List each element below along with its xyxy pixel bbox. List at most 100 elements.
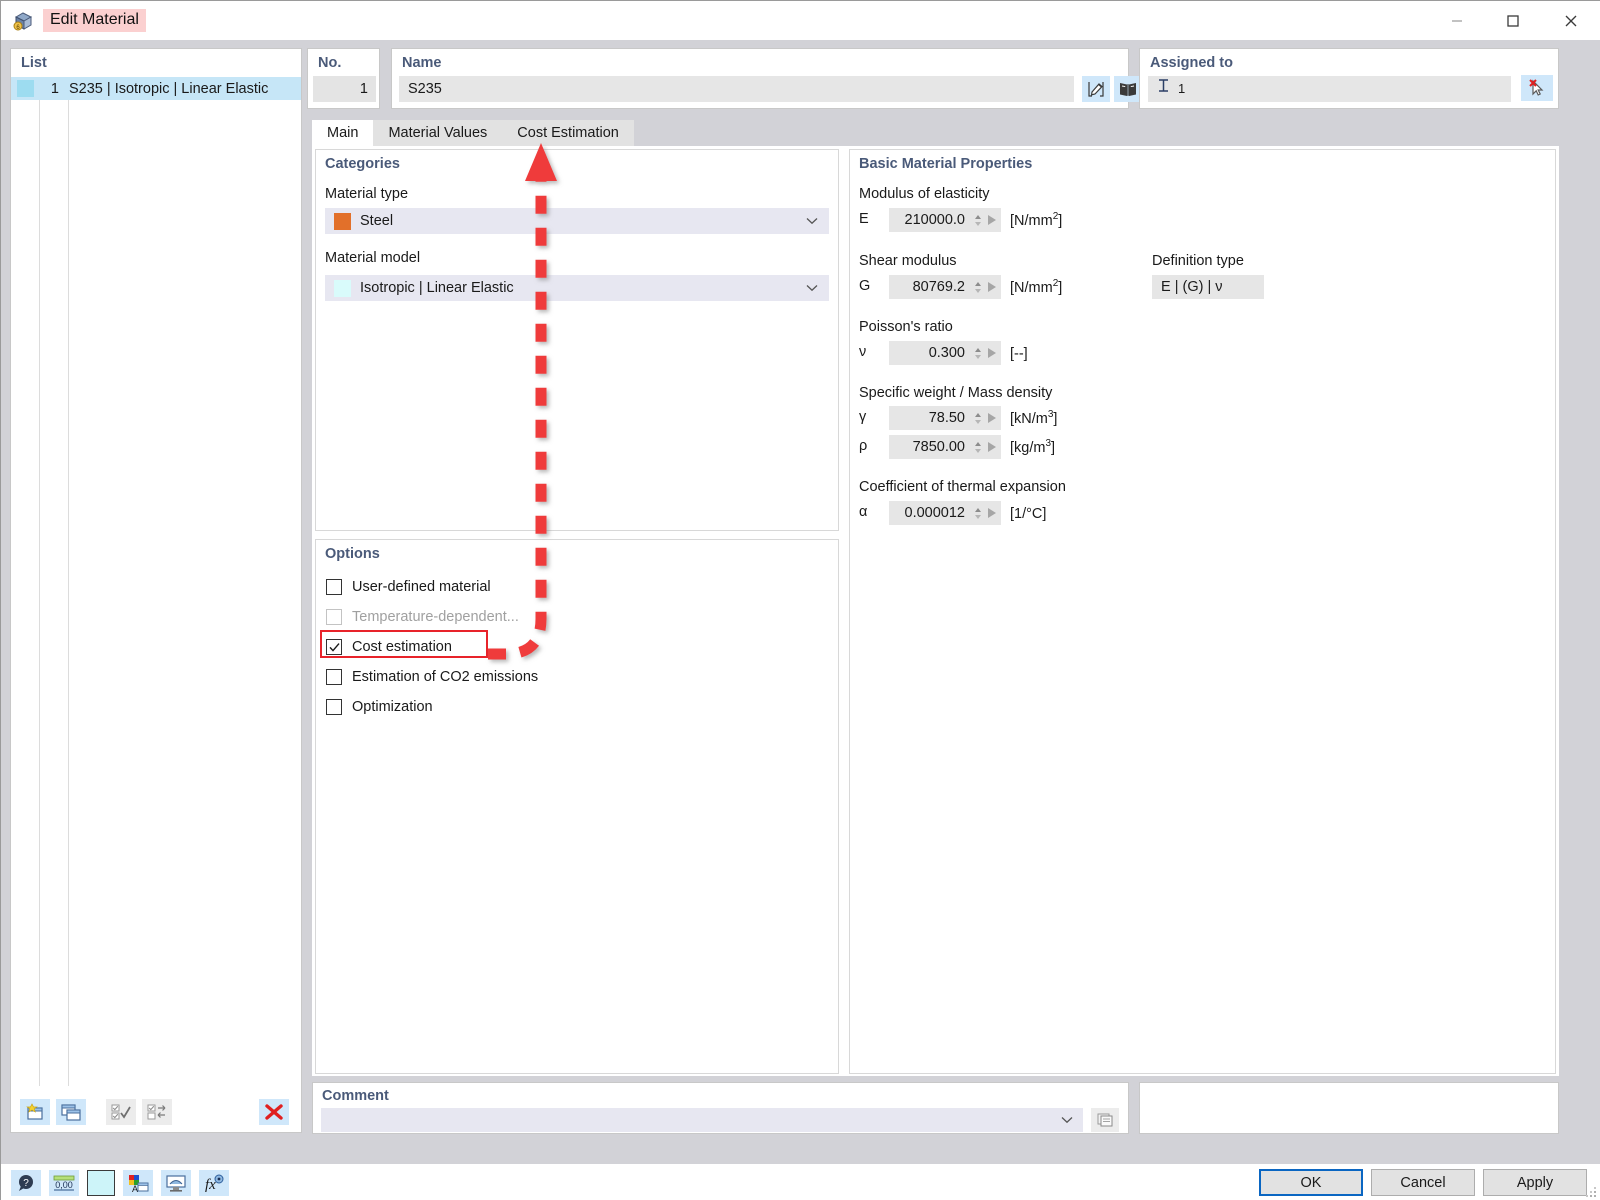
spinner-icon[interactable]: [971, 348, 984, 359]
svg-text:0,00: 0,00: [55, 1180, 73, 1190]
thermal-expansion-field[interactable]: 0.000012: [889, 501, 1001, 525]
mass-density-symbol: ρ: [859, 438, 867, 454]
field-value: 80769.2: [890, 279, 971, 295]
thermal-expansion-symbol: α: [859, 504, 867, 520]
field-value: 0.000012: [890, 505, 971, 521]
edit-pencil-icon[interactable]: [1082, 76, 1110, 102]
new-window-icon[interactable]: [20, 1099, 50, 1125]
shear-modulus-field[interactable]: 80769.2: [889, 275, 1001, 299]
basic-properties-title: Basic Material Properties: [859, 156, 1032, 172]
list-item-number: 1: [39, 81, 63, 97]
check-all-icon[interactable]: [106, 1099, 136, 1125]
number-field[interactable]: 1: [313, 76, 376, 102]
ok-button[interactable]: OK: [1259, 1169, 1363, 1196]
option-optimization[interactable]: Optimization: [326, 696, 433, 718]
play-arrow-icon[interactable]: [984, 348, 1000, 358]
play-arrow-icon[interactable]: [984, 442, 1000, 452]
specific-weight-field[interactable]: 78.50: [889, 406, 1001, 430]
invert-selection-icon[interactable]: [142, 1099, 172, 1125]
thermal-expansion-label: Coefficient of thermal expansion: [859, 479, 1066, 495]
option-label: Cost estimation: [352, 639, 452, 655]
list-header: List: [11, 49, 301, 71]
name-box: Name S235: [391, 48, 1129, 109]
shear-modulus-symbol: G: [859, 278, 870, 294]
list-gridlines: [11, 78, 303, 1086]
copy-window-icon[interactable]: [56, 1099, 86, 1125]
fx-icon[interactable]: fx: [199, 1170, 229, 1196]
modulus-of-elasticity-label: Modulus of elasticity: [859, 186, 990, 202]
spinner-icon[interactable]: [971, 442, 984, 453]
material-type-label: Material type: [325, 186, 408, 202]
checkbox-unchecked-icon: [326, 669, 342, 685]
categories-title: Categories: [325, 156, 400, 172]
resize-grip[interactable]: [1585, 1186, 1597, 1198]
window-title: Edit Material: [43, 9, 146, 32]
spinner-icon[interactable]: [971, 215, 984, 226]
spinner-icon[interactable]: [971, 282, 984, 293]
mass-density-field[interactable]: 7850.00: [889, 435, 1001, 459]
cancel-button[interactable]: Cancel: [1371, 1169, 1475, 1196]
specific-weight-symbol: γ: [859, 409, 866, 425]
cursor-remove-icon[interactable]: [1521, 75, 1553, 101]
help-bubble-icon[interactable]: ?: [11, 1170, 41, 1196]
material-type-combo[interactable]: Steel: [325, 208, 829, 234]
play-arrow-icon[interactable]: [984, 508, 1000, 518]
spinner-icon[interactable]: [971, 508, 984, 519]
modulus-of-elasticity-field[interactable]: 210000.0: [889, 208, 1001, 232]
poissons-ratio-unit: [--]: [1010, 344, 1028, 362]
option-cost-estimation[interactable]: Cost estimation: [326, 636, 452, 658]
material-list: 1 S235 | Isotropic | Linear Elastic: [11, 77, 301, 100]
thermal-expansion-unit: [1/°C]: [1010, 504, 1046, 522]
option-co2-emissions[interactable]: Estimation of CO2 emissions: [326, 666, 538, 688]
book-icon[interactable]: [1114, 76, 1142, 102]
main-tab-panel: Categories Material type Steel Material …: [312, 146, 1559, 1076]
option-label: User-defined material: [352, 579, 491, 595]
play-arrow-icon[interactable]: [984, 413, 1000, 423]
color-swatch-icon[interactable]: [87, 1170, 115, 1196]
chevron-down-icon: [1061, 1113, 1073, 1127]
color-swatch: [17, 80, 34, 97]
options-group: Options User-defined material Temperatur…: [315, 539, 839, 1074]
play-arrow-icon[interactable]: [984, 282, 1000, 292]
right-bottom-panel: [1139, 1082, 1559, 1134]
option-temperature-dependent: Temperature-dependent...: [326, 606, 519, 628]
comment-box: Comment: [312, 1082, 1129, 1134]
modulus-of-elasticity-symbol: E: [859, 211, 869, 227]
tab-cost-estimation[interactable]: Cost Estimation: [502, 120, 634, 146]
assigned-to-field[interactable]: 1: [1148, 76, 1511, 102]
options-title: Options: [325, 546, 380, 562]
close-icon[interactable]: [1541, 1, 1600, 40]
tab-material-values[interactable]: Material Values: [373, 120, 502, 146]
list-item-label: S235 | Isotropic | Linear Elastic: [63, 81, 268, 97]
material-model-combo[interactable]: Isotropic | Linear Elastic: [325, 275, 829, 301]
field-value: 7850.00: [890, 439, 971, 455]
specific-weight-label: Specific weight / Mass density: [859, 385, 1052, 401]
color-palette-icon[interactable]: A: [123, 1170, 153, 1196]
dialog-footer: ? 0,00 A: [1, 1164, 1600, 1200]
option-label: Temperature-dependent...: [352, 609, 519, 625]
poissons-ratio-field[interactable]: 0.300: [889, 341, 1001, 365]
tab-main[interactable]: Main: [312, 120, 373, 146]
maximize-icon[interactable]: [1485, 1, 1541, 40]
option-user-defined-material[interactable]: User-defined material: [326, 576, 491, 598]
list-item-color-cell: [11, 80, 39, 97]
checkbox-checked-icon: [326, 639, 342, 655]
spinner-icon[interactable]: [971, 413, 984, 424]
basic-material-properties-group: Basic Material Properties Modulus of ela…: [849, 149, 1556, 1074]
comment-input[interactable]: [321, 1108, 1083, 1132]
name-input[interactable]: S235: [399, 76, 1074, 102]
play-arrow-icon[interactable]: [984, 215, 1000, 225]
material-cube-icon: 6: [11, 9, 35, 33]
units-000-icon[interactable]: 0,00: [49, 1170, 79, 1196]
apply-button[interactable]: Apply: [1483, 1169, 1587, 1196]
monitor-icon[interactable]: [161, 1170, 191, 1196]
minimize-icon[interactable]: [1429, 1, 1485, 40]
comment-list-icon[interactable]: [1091, 1108, 1119, 1132]
categories-group: Categories Material type Steel Material …: [315, 149, 839, 531]
definition-type-field[interactable]: E | (G) | ν: [1152, 275, 1264, 299]
name-header: Name: [392, 49, 1128, 71]
option-label: Estimation of CO2 emissions: [352, 669, 538, 685]
red-x-icon[interactable]: [259, 1099, 289, 1125]
poissons-ratio-label: Poisson's ratio: [859, 319, 953, 335]
list-item[interactable]: 1 S235 | Isotropic | Linear Elastic: [11, 77, 301, 100]
